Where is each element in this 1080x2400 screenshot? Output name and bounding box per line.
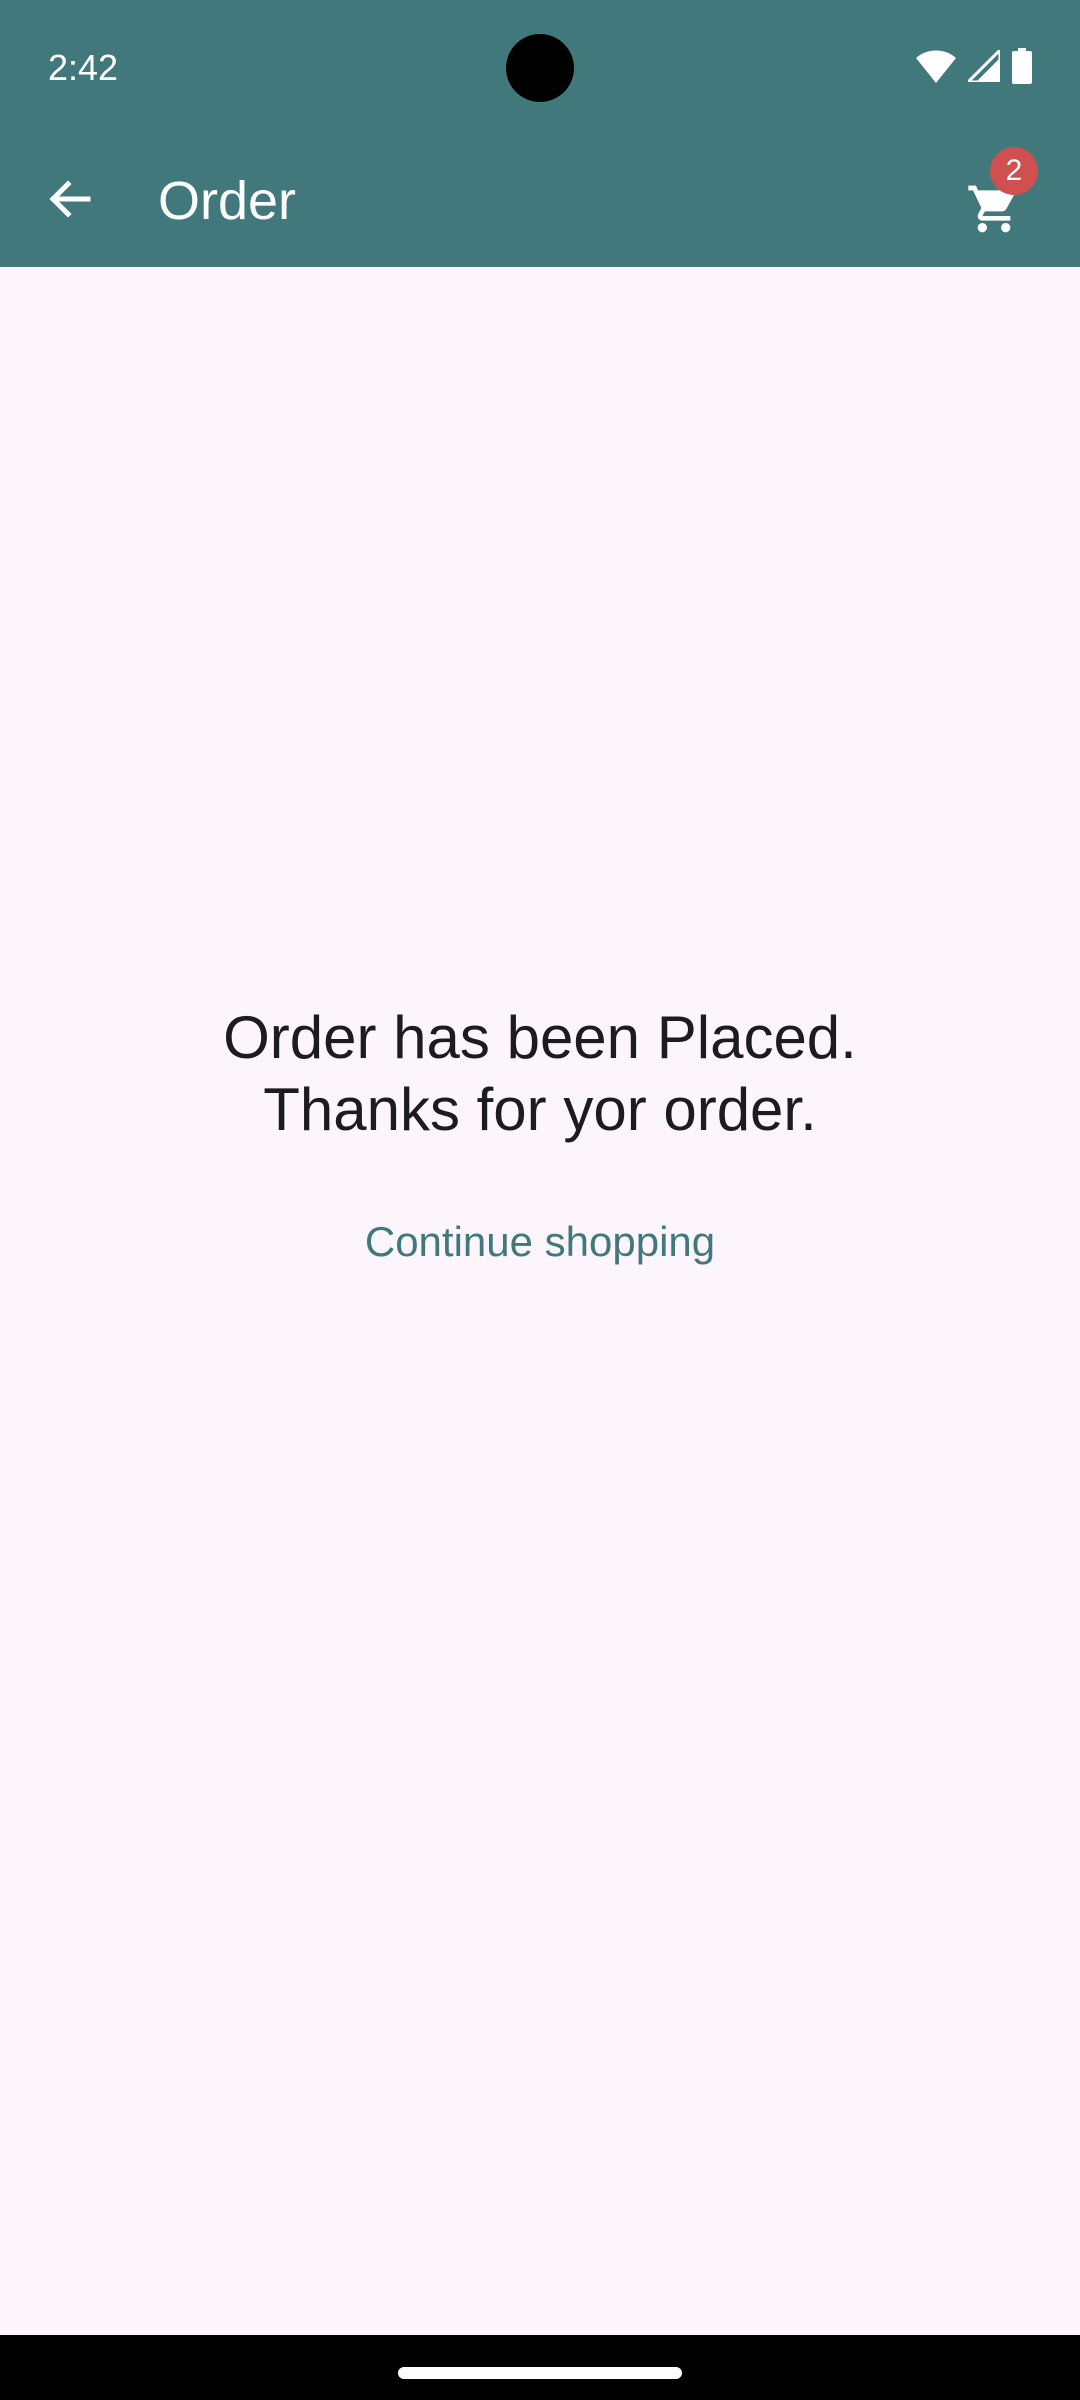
main-content: Order has been Placed. Thanks for yor or… bbox=[0, 267, 1080, 2335]
page-title: Order bbox=[158, 171, 297, 231]
app-bar: Order bbox=[0, 135, 1080, 267]
status-time: 2:42 bbox=[48, 47, 119, 88]
message-line-2: Thanks for yor order. bbox=[263, 1076, 817, 1143]
continue-shopping-button[interactable]: Continue shopping bbox=[340, 1207, 740, 1277]
back-button[interactable] bbox=[30, 171, 110, 231]
order-confirmation-message: Order has been Placed. Thanks for yor or… bbox=[0, 1002, 1080, 1146]
battery-icon bbox=[1012, 47, 1032, 89]
navigation-bar bbox=[0, 2335, 1080, 2400]
status-icons bbox=[916, 45, 1032, 89]
arrow-back-icon bbox=[46, 175, 94, 228]
signal-icon bbox=[964, 45, 1002, 87]
wifi-icon bbox=[916, 49, 956, 88]
camera-cutout bbox=[506, 34, 574, 102]
status-bar: 2:42 bbox=[0, 0, 1080, 135]
home-indicator[interactable] bbox=[398, 2367, 682, 2379]
cart-count-badge: 2 bbox=[990, 147, 1038, 195]
screen: 2:42 Order 2 Order has been Placed. Than… bbox=[0, 0, 1080, 2400]
message-line-1: Order has been Placed. bbox=[223, 1004, 857, 1071]
